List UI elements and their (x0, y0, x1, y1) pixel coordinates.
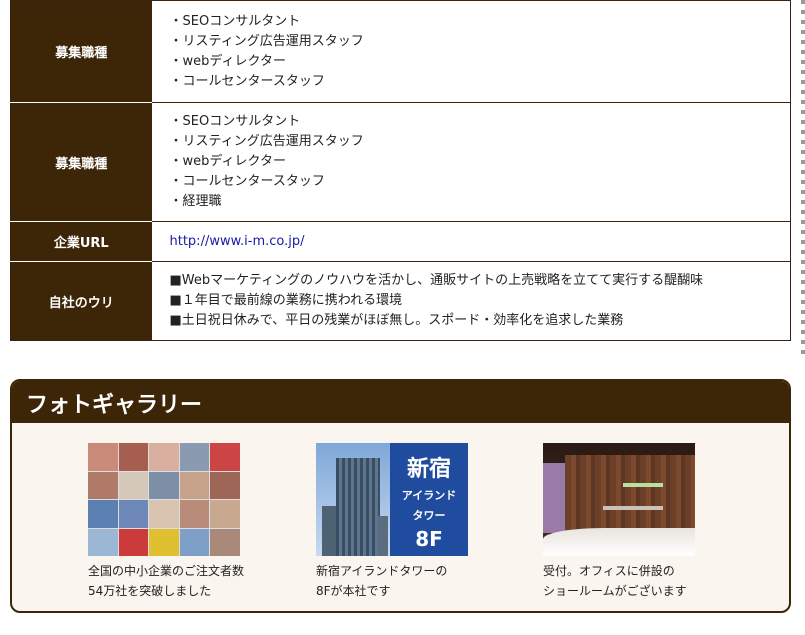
gallery-title: フォトギャラリー (12, 381, 789, 423)
staff-collage-photo (88, 443, 240, 556)
photo-gallery: フォトギャラリー 全国の中小企業のご注文者数 54万社を突破しました 新宿 アイ… (10, 379, 791, 613)
row-value: ■Webマーケティングのノウハウを活かし、通販サイトの上売戦略を立てて実行する醍… (151, 261, 791, 341)
photo-caption: 全国の中小企業のご注文者数 54万社を突破しました (88, 564, 245, 598)
reception-photo (543, 443, 695, 556)
row-value: http://www.i-m.co.jp/ (151, 221, 791, 262)
list-item: ・コールセンタースタッフ (169, 73, 325, 89)
list-item: ・リスティング広告運用スタッフ (169, 33, 364, 49)
list-item: ・SEOコンサルタント (169, 13, 301, 29)
table-row: 企業URL http://www.i-m.co.jp/ (10, 221, 791, 262)
page-edge-dotted-line (801, 0, 805, 360)
row-label: 企業URL (10, 221, 152, 262)
photo-caption: 受付。オフィスに併設の ショールームがございます (543, 564, 687, 598)
building-label-panel: 新宿 アイランド タワー 8F (390, 443, 468, 556)
gallery-item: 全国の中小企業のご注文者数 54万社を突破しました (88, 443, 258, 601)
list-item: ・SEOコンサルタント (169, 114, 301, 129)
list-item: ・webディレクター (169, 53, 286, 69)
list-item: ・経理職 (169, 194, 222, 209)
list-item: ・リスティング広告運用スタッフ (169, 134, 364, 149)
row-value: ・SEOコンサルタント ・リスティング広告運用スタッフ ・webディレクター ・… (151, 102, 791, 222)
gallery-item: 受付。オフィスに併設の ショールームがございます (543, 443, 713, 601)
list-item: ・コールセンタースタッフ (169, 174, 325, 189)
job-info-table: 募集職種 ・SEOコンサルタント ・リスティング広告運用スタッフ ・webディレ… (10, 0, 791, 341)
photo-caption: 新宿アイランドタワーの 8Fが本社です (316, 564, 448, 598)
gallery-item: 新宿 アイランド タワー 8F 新宿アイランドタワーの 8Fが本社です (316, 443, 486, 601)
building-photo: 新宿 アイランド タワー 8F (316, 443, 468, 556)
list-item: ■１年目で最前線の業務に携われる環境 (169, 293, 403, 308)
list-item: ■土日祝日休みで、平日の残業がほぼ無し。スポード・効率化を追求した業務 (169, 313, 624, 328)
list-item: ・webディレクター (169, 154, 286, 169)
row-label: 募集職種 (10, 0, 152, 103)
table-row: 募集職種 ・SEOコンサルタント ・リスティング広告運用スタッフ ・webディレ… (10, 102, 791, 222)
row-label: 募集職種 (10, 102, 152, 222)
company-url-link[interactable]: http://www.i-m.co.jp/ (170, 234, 305, 249)
table-row: 募集職種 ・SEOコンサルタント ・リスティング広告運用スタッフ ・webディレ… (10, 0, 791, 103)
table-row: 自社のウリ ■Webマーケティングのノウハウを活かし、通販サイトの上売戦略を立て… (10, 261, 791, 341)
row-value: ・SEOコンサルタント ・リスティング広告運用スタッフ ・webディレクター ・… (151, 0, 791, 103)
list-item: ■Webマーケティングのノウハウを活かし、通販サイトの上売戦略を立てて実行する醍… (169, 273, 704, 288)
row-label: 自社のウリ (10, 261, 152, 341)
